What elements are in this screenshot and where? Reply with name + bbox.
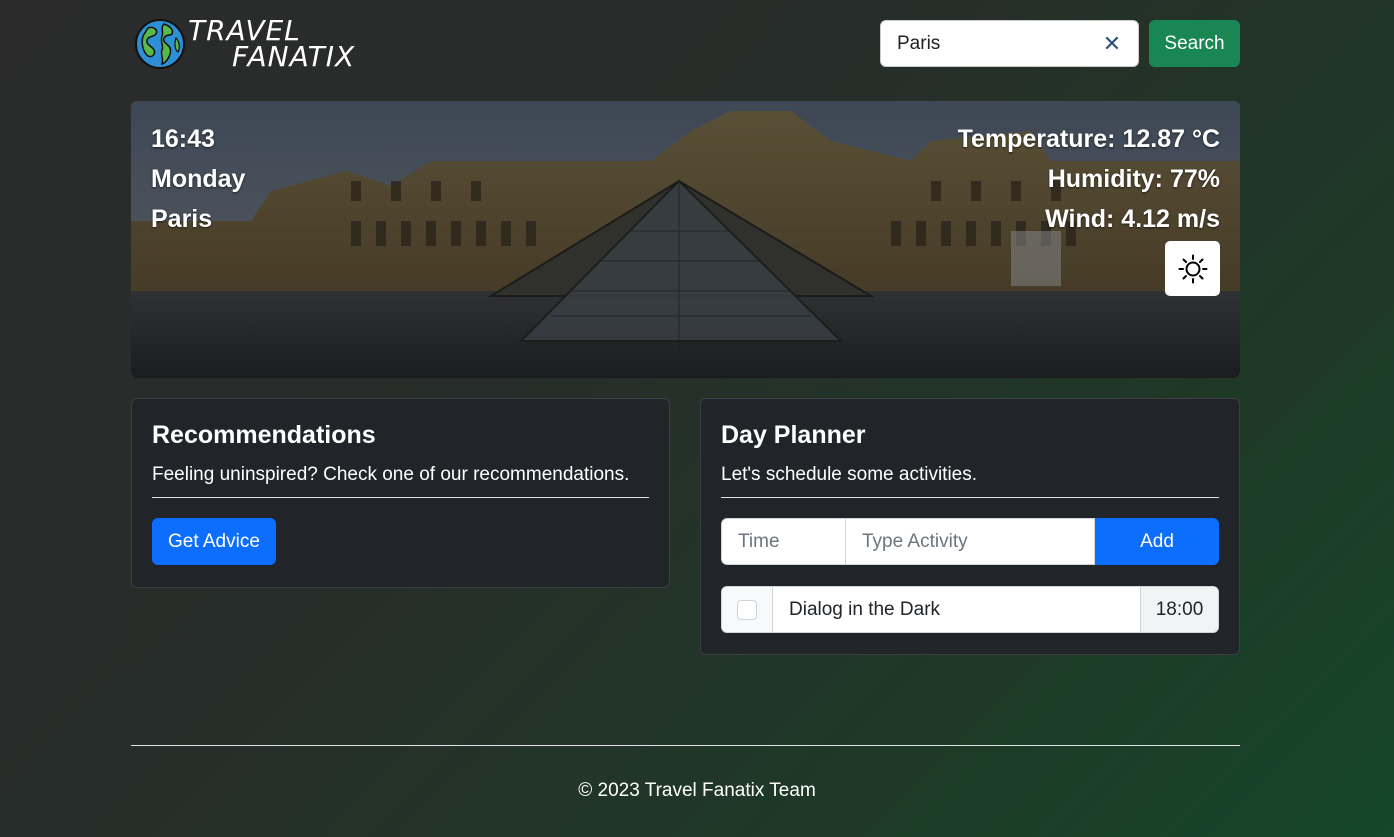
footer-text: © 2023 Travel Fanatix Team — [578, 780, 816, 801]
temperature: Temperature: 12.87 °C — [957, 125, 1220, 153]
theme-toggle-button[interactable] — [1165, 241, 1220, 296]
city-name: Paris — [151, 205, 213, 233]
task-name: Dialog in the Dark — [789, 598, 941, 620]
time-input[interactable] — [721, 518, 846, 565]
add-activity-form: Add — [721, 518, 1219, 565]
get-advice-button[interactable]: Get Advice — [152, 518, 276, 565]
weather-info: Temperature: 12.87 °C Humidity: 77% Wind… — [958, 119, 1220, 239]
location-info: 16:43 Monday Paris — [151, 119, 245, 239]
footer-divider — [131, 745, 1240, 746]
recommendations-title: Recommendations — [152, 421, 376, 449]
brand-logo[interactable]: TRAVEL FANATIX — [134, 16, 354, 72]
planner-title: Day Planner — [721, 421, 866, 449]
planner-text: Let's schedule some activities. — [721, 464, 1219, 498]
brand-line-2: FANATIX — [232, 40, 356, 73]
list-item: Dialog in the Dark 18:00 — [721, 586, 1219, 633]
task-checkbox-cell — [722, 587, 773, 632]
humidity: Humidity: 77% — [1047, 165, 1220, 193]
weather-hero: 16:43 Monday Paris Temperature: 12.87 °C… — [131, 101, 1240, 378]
day-of-week: Monday — [151, 165, 246, 193]
close-icon[interactable]: ✕ — [1102, 33, 1122, 55]
search-box: ✕ — [880, 20, 1139, 67]
globe-icon — [135, 19, 185, 69]
sun-icon — [1178, 254, 1207, 283]
wind-speed: Wind: 4.12 m/s — [1045, 205, 1220, 233]
add-activity-button[interactable]: Add — [1095, 518, 1219, 565]
local-time: 16:43 — [151, 125, 215, 153]
day-planner-card: Day Planner Let's schedule some activiti… — [700, 398, 1240, 655]
search-input[interactable] — [881, 21, 1091, 66]
search-button[interactable]: Search — [1149, 20, 1240, 67]
recommendations-card: Recommendations Feeling uninspired? Chec… — [131, 398, 670, 588]
task-checkbox[interactable] — [737, 599, 757, 620]
recommendations-text: Feeling uninspired? Check one of our rec… — [152, 464, 649, 498]
activity-input[interactable] — [846, 518, 1095, 565]
brand-name: TRAVEL FANATIX — [188, 17, 356, 73]
task-time: 18:00 — [1140, 587, 1218, 632]
